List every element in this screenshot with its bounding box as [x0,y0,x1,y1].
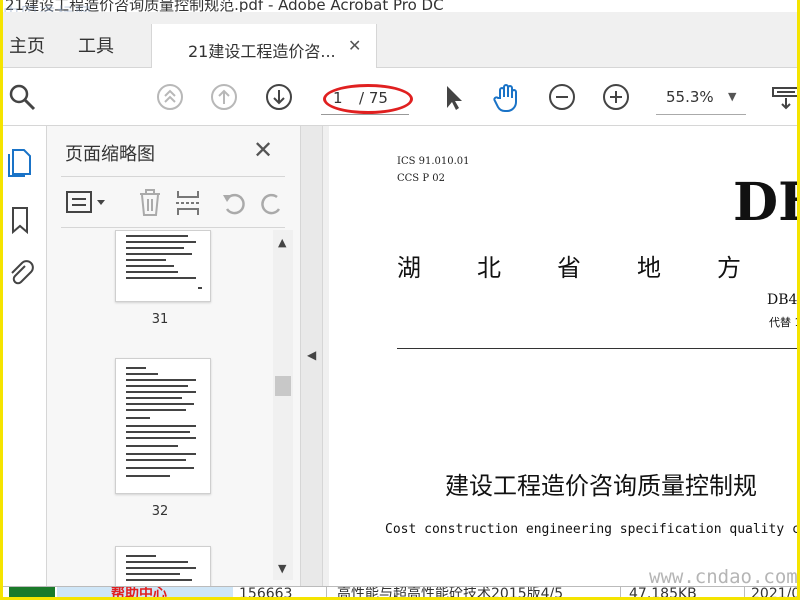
page-thumbnail[interactable] [115,546,211,586]
doc-province: 湖北省地方 [397,254,797,282]
background-table-strip: 帮助中心 156663 高性能与超高性能砼技术2015版4/5 47.185KB… [3,586,800,600]
doc-title-cn: 建设工程造价咨询质量控制规 [445,472,757,500]
page-field-underline [321,114,409,115]
zoom-value: 55.3% [666,88,714,106]
panel-title: 页面缩略图 [65,144,155,165]
doc-ics: ICS 91.010.01 [397,156,470,167]
scroll-thumb[interactable] [275,376,291,396]
doc-standard-mark: DE [733,172,797,233]
table-cell-desc[interactable]: 高性能与超高性能砼技术2015版4/5 [327,587,621,597]
panel-collapse-strip[interactable]: ◀ [301,126,323,586]
tab-tools[interactable]: 工具 [78,32,114,58]
split-page-icon[interactable] [175,189,201,217]
thumbnail-list: 31 32 [47,230,273,586]
attachment-icon[interactable] [7,258,35,288]
scroll-mode-icon[interactable] [769,82,797,112]
table-cell-date: 2021/0 [751,587,800,600]
zoom-out-icon[interactable] [547,82,577,112]
green-block [9,587,55,597]
thumbnail-label: 31 [151,312,169,327]
search-icon[interactable] [7,82,37,112]
page-thumbnails-icon[interactable] [7,146,35,177]
options-menu-icon[interactable] [65,189,109,215]
first-page-icon[interactable] [155,82,185,112]
doc-title-en: Cost construction engineering specificat… [385,522,800,537]
doc-ccs: CCS P 02 [397,173,445,184]
tab-document[interactable]: 21建设工程造价咨... ✕ [151,24,377,69]
close-icon[interactable]: ✕ [253,136,273,164]
thumbnail-panel: 页面缩略图 ✕ 31 32 ▲ ▼ [47,126,301,586]
delete-icon[interactable] [137,189,163,217]
scroll-up-icon[interactable]: ▲ [278,236,286,249]
bookmark-icon[interactable] [7,204,35,235]
panel-toolbar [61,176,285,228]
scroll-down-icon[interactable]: ▼ [278,562,286,575]
tab-document-label: 21建设工程造价咨... [188,42,336,61]
page-thumbnail[interactable] [115,230,211,302]
page-number-field[interactable]: 1 / 75 [319,84,417,114]
collapse-panel-icon[interactable]: ◀ [307,348,316,362]
thumbnail-scrollbar[interactable]: ▲ ▼ [273,230,293,580]
next-page-icon[interactable] [264,82,294,112]
table-cell-size: 47.185KB [621,587,745,597]
doc-rule [397,348,797,349]
chevron-down-icon: ▼ [728,90,737,103]
title-bar: 21建设工程造价咨询质量控制规范.pdf - Adobe Acrobat Pro… [3,0,797,12]
tab-close-icon[interactable]: ✕ [348,36,361,55]
rotate-right-icon[interactable] [261,189,281,217]
document-view: ICS 91.010.01 CCS P 02 DE 湖北省地方 DB42 代替 … [323,126,800,586]
left-rail [3,126,47,586]
doc-code: DB42 [767,292,798,308]
document-page: ICS 91.010.01 CCS P 02 DE 湖北省地方 DB42 代替 … [329,126,800,586]
help-center-link[interactable]: 帮助中心 [111,587,167,597]
thumbnail-label: 32 [151,504,169,519]
tab-home[interactable]: 主页 [9,32,45,58]
rotate-left-icon[interactable] [221,189,247,217]
zoom-in-icon[interactable] [601,82,631,112]
hand-tool-icon[interactable] [491,82,521,113]
doc-replace: 代替 1 [769,316,800,329]
table-cell-number: 156663 [233,587,327,597]
app-window: 21建设工程造价咨询质量控制规范.pdf - Adobe Acrobat Pro… [0,0,800,600]
select-cursor-icon[interactable] [439,82,469,112]
watermark-bottom: www.cndao.com [649,566,798,588]
previous-page-icon[interactable] [209,82,239,112]
zoom-dropdown[interactable]: 55.3% ▼ [656,88,746,115]
main-toolbar: 1 / 75 55.3% ▼ [3,68,797,126]
red-annotation-oval [323,84,413,114]
tab-bar: 主页 工具 21建设工程造价咨... ✕ [3,12,797,69]
page-thumbnail[interactable] [115,358,211,494]
watermark-top: 中国道标网 [3,0,93,12]
